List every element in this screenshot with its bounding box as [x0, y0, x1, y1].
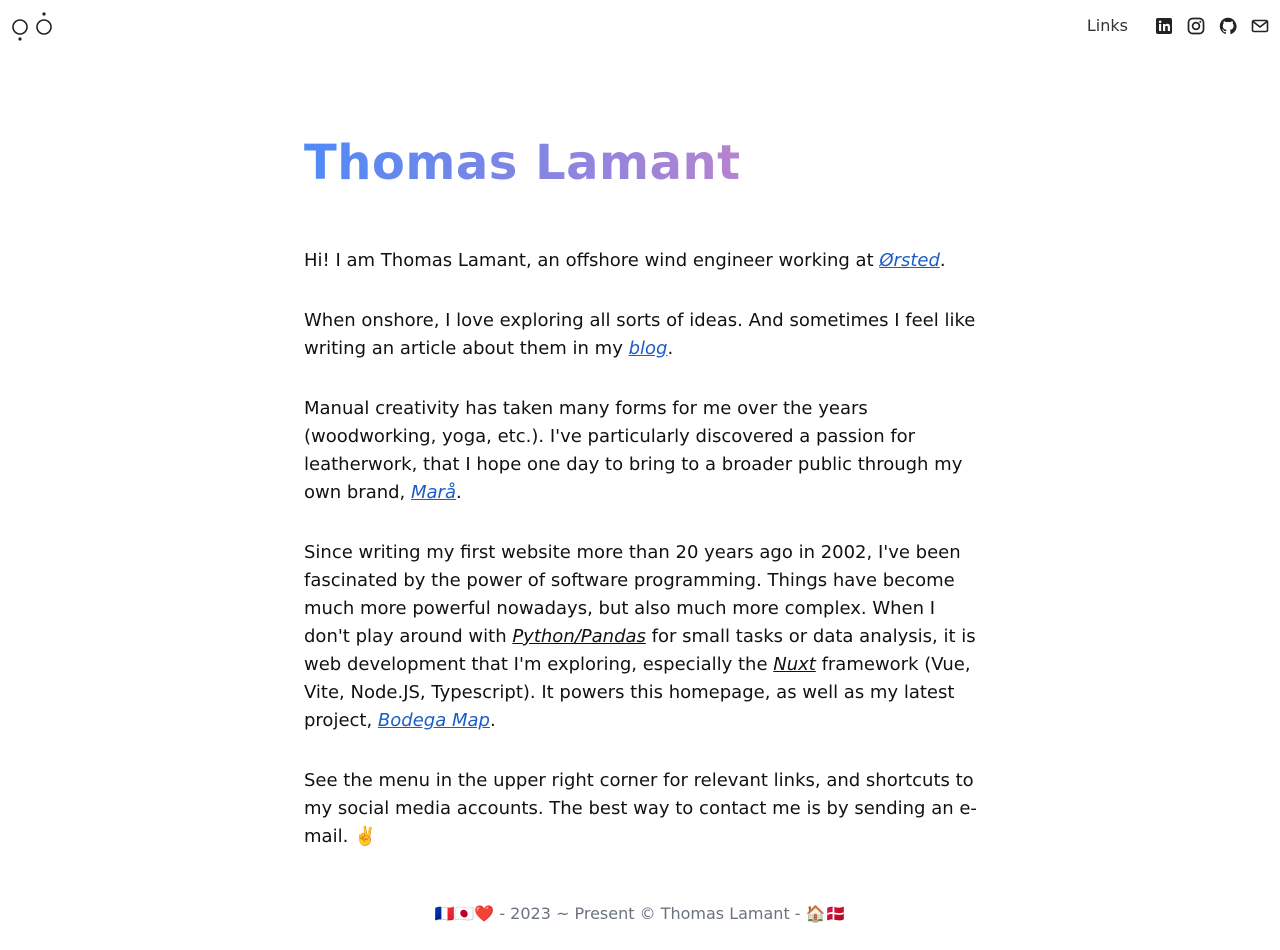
linkedin-icon[interactable] — [1154, 16, 1174, 36]
links-menu-button[interactable]: Links — [1087, 14, 1128, 38]
main-content: Thomas Lamant Hi! I am Thomas Lamant, an… — [304, 130, 984, 851]
creativity-paragraph: Manual creativity has taken many forms f… — [304, 395, 984, 507]
top-nav: Links — [1087, 14, 1270, 38]
github-icon[interactable] — [1218, 16, 1238, 36]
blog-paragraph: When onshore, I love exploring all sorts… — [304, 307, 984, 363]
instagram-icon[interactable] — [1186, 16, 1206, 36]
creativity-text: Manual creativity has taken many forms f… — [304, 398, 963, 503]
mara-link[interactable]: Marå — [411, 482, 456, 503]
orsted-link[interactable]: Ørsted — [879, 250, 940, 271]
bodega-map-link[interactable]: Bodega Map — [378, 710, 490, 731]
python-pandas-link[interactable]: Python/Pandas — [512, 626, 646, 647]
logo-icon[interactable] — [10, 10, 56, 44]
nuxt-link[interactable]: Nuxt — [773, 654, 816, 675]
intro-text: Hi! I am Thomas Lamant, an offshore wind… — [304, 250, 880, 271]
programming-text-4: . — [489, 710, 496, 731]
blog-link[interactable]: blog — [629, 338, 668, 359]
intro-period: . — [939, 250, 946, 271]
programming-paragraph: Since writing my first website more than… — [304, 539, 984, 735]
blog-period: . — [667, 338, 674, 359]
footer: 🇫🇷🇯🇵❤️ - 2023 ~ Present © Thomas Lamant … — [434, 904, 846, 923]
intro-paragraph: Hi! I am Thomas Lamant, an offshore wind… — [304, 247, 984, 275]
contact-paragraph: See the menu in the upper right corner f… — [304, 770, 977, 847]
mail-icon[interactable] — [1250, 16, 1270, 36]
creativity-period: . — [456, 482, 462, 503]
top-bar: Links — [0, 0, 1280, 52]
page-title: Thomas Lamant — [304, 130, 741, 196]
